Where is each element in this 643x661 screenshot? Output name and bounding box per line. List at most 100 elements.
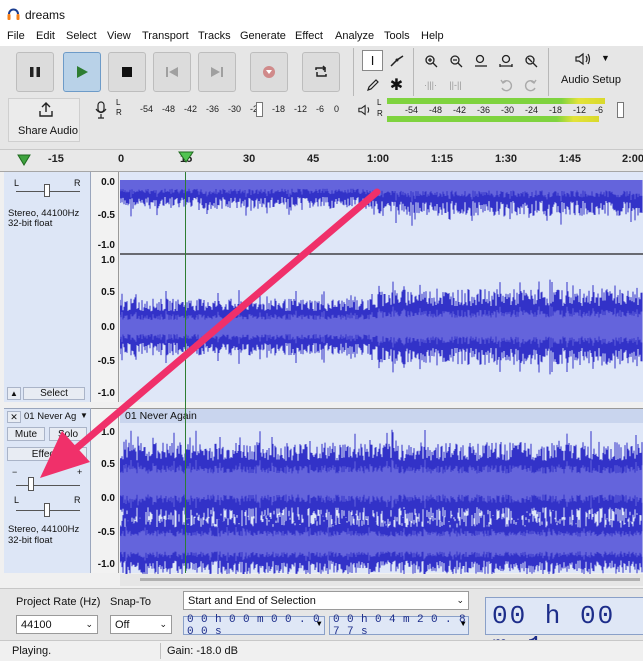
chevron-down-icon: ▼: [316, 620, 322, 629]
track-2-solo-button[interactable]: Solo: [49, 427, 87, 441]
menu-tools[interactable]: Tools: [384, 30, 410, 42]
track-2-clip-name: 01 Never Again: [125, 410, 197, 422]
pause-button[interactable]: [16, 52, 54, 92]
track-2-waveform-graphic: [120, 429, 643, 574]
fit-selection-button[interactable]: [470, 50, 491, 71]
selection-mode-select[interactable]: Start and End of Selection ⌄: [183, 591, 469, 610]
window-title: dreams: [25, 8, 66, 22]
redo-icon: [524, 79, 537, 91]
playback-meter-left-bar: [387, 98, 605, 104]
audio-setup-label: Audio Setup: [561, 74, 621, 86]
i-beam-icon: I: [370, 53, 375, 68]
menu-view[interactable]: View: [107, 30, 131, 42]
record-meter[interactable]: L R -54 -48 -42 -36 -30 -24 -18 -12 -6 0: [92, 98, 342, 120]
track-2-waveform[interactable]: 01 Never Again: [120, 408, 643, 574]
track-1-collapse-button[interactable]: ▲: [7, 387, 21, 400]
play-icon: [77, 66, 88, 78]
skip-to-start-button[interactable]: [153, 52, 191, 92]
playback-meter-scale: -54 -48 -42 -36 -30 -24 -18 -12 -6: [405, 105, 604, 115]
envelope-tool-button[interactable]: [386, 50, 407, 71]
stop-button[interactable]: [108, 52, 146, 92]
zoom-toggle-icon: [524, 54, 537, 67]
track-1-pan-thumb[interactable]: [44, 184, 50, 197]
pencil-icon: [366, 78, 379, 91]
audio-position-display[interactable]: 00 h 00 m 1: [485, 597, 643, 661]
track-1-waveform[interactable]: [119, 172, 643, 402]
skip-start-icon: [166, 67, 178, 77]
playhead-marker-icon[interactable]: [178, 151, 194, 163]
track-2-control-panel[interactable]: ✕ 01 Never Ag ▼ Mute Solo Effects − + L …: [4, 408, 91, 573]
zoom-out-icon: [449, 54, 462, 67]
track-1-bitdepth: 32-bit float: [8, 218, 53, 229]
track-2-effects-button[interactable]: Effects: [7, 447, 87, 461]
share-audio-button[interactable]: Share Audio: [8, 98, 80, 142]
pin-playhead-icon[interactable]: [17, 154, 31, 166]
project-rate-label: Project Rate (Hz): [16, 596, 101, 608]
track-1-control-panel[interactable]: L R Stereo, 44100Hz 32-bit float ▲ Selec…: [4, 172, 91, 402]
track-1-vertical-ruler: 0.0 -0.5 -1.0 1.0 0.5 0.0 -0.5 -1.0: [91, 172, 119, 402]
playback-meter[interactable]: L R -54 -48 -42 -36 -30 -24 -18 -12 -6: [355, 98, 640, 124]
audacity-logo-icon: [7, 8, 20, 20]
envelope-icon: [389, 54, 403, 67]
zoom-in-button[interactable]: [420, 50, 441, 71]
loop-button[interactable]: [302, 52, 340, 92]
track-2-close-button[interactable]: ✕: [7, 411, 21, 423]
menu-file[interactable]: File: [7, 30, 25, 42]
audio-setup-button[interactable]: ▼ Audio Setup: [558, 50, 638, 92]
track-2-mute-button[interactable]: Mute: [7, 427, 45, 441]
track-2-gain-thumb[interactable]: [28, 477, 34, 491]
menu-transport[interactable]: Transport: [142, 30, 189, 42]
track-2-gain-slider[interactable]: [16, 485, 80, 486]
menu-help[interactable]: Help: [421, 30, 444, 42]
track-2-menu-dropdown-icon[interactable]: ▼: [80, 411, 88, 420]
play-button[interactable]: [63, 52, 101, 92]
horizontal-scrollbar-thumb[interactable]: [140, 578, 640, 581]
zoom-out-button[interactable]: [445, 50, 466, 71]
record-button[interactable]: [250, 52, 288, 92]
undo-icon: [499, 79, 512, 91]
skip-end-icon: [211, 67, 223, 77]
playhead-line: [185, 172, 186, 573]
chevron-down-icon: ⌄: [85, 619, 93, 629]
selection-tool-button[interactable]: I: [362, 50, 383, 71]
track-1-waveform-graphic: [119, 180, 643, 375]
menu-analyze[interactable]: Analyze: [335, 30, 374, 42]
menu-edit[interactable]: Edit: [36, 30, 55, 42]
trim-button[interactable]: ·|||·: [420, 74, 441, 95]
chevron-down-icon: ▼: [460, 620, 466, 629]
menu-select[interactable]: Select: [66, 30, 97, 42]
toolbar-area: I ✱ ·|||· ||-|| ▼ Audio Setup Share Audi…: [0, 46, 643, 150]
skip-to-end-button[interactable]: [198, 52, 236, 92]
selection-start-time[interactable]: 0 0 h 0 0 m 0 0 . 0 0 0 s ▼: [183, 614, 325, 638]
project-rate-select[interactable]: 44100 ⌄: [16, 615, 98, 634]
track-2-pan-thumb[interactable]: [44, 503, 50, 517]
status-gain: Gain: -18.0 dB: [167, 645, 238, 657]
timeline-ruler[interactable]: -15 0 15 30 45 1:00 1:15 1:30 1:45 2:00: [0, 150, 643, 172]
horizontal-scrollbar[interactable]: [120, 574, 643, 586]
track-2-clip-header[interactable]: 01 Never Again: [120, 409, 643, 423]
menu-tracks[interactable]: Tracks: [198, 30, 231, 42]
track-2-name[interactable]: 01 Never Ag: [24, 411, 76, 422]
track-2-format: Stereo, 44100Hz: [8, 524, 80, 535]
track-2-bitdepth: 32-bit float: [8, 535, 53, 546]
menu-effect[interactable]: Effect: [295, 30, 323, 42]
fit-project-button[interactable]: [495, 50, 516, 71]
multi-tool-button[interactable]: ✱: [386, 74, 407, 95]
undo-button[interactable]: [495, 74, 516, 95]
asterisk-icon: ✱: [389, 76, 404, 94]
menu-generate[interactable]: Generate: [240, 30, 286, 42]
redo-button[interactable]: [520, 74, 541, 95]
selection-end-time[interactable]: 0 0 h 0 4 m 2 0 . 8 7 7 s ▼: [329, 614, 469, 638]
silence-button[interactable]: ||-||: [445, 74, 466, 95]
draw-tool-button[interactable]: [362, 74, 383, 95]
speaker-icon: [358, 104, 370, 116]
zoom-fit-icon: [498, 54, 513, 67]
status-bar: Playing. Gain: -18.0 dB: [0, 640, 643, 661]
snap-to-select[interactable]: Off ⌄: [110, 615, 172, 634]
playback-meter-slider[interactable]: [617, 102, 624, 118]
track-1-select-button[interactable]: Select: [23, 387, 85, 400]
zoom-toggle-button[interactable]: [520, 50, 541, 71]
record-meter-slider[interactable]: [256, 102, 263, 117]
playback-meter-right-bar: [387, 116, 599, 122]
microphone-icon: [95, 101, 107, 119]
